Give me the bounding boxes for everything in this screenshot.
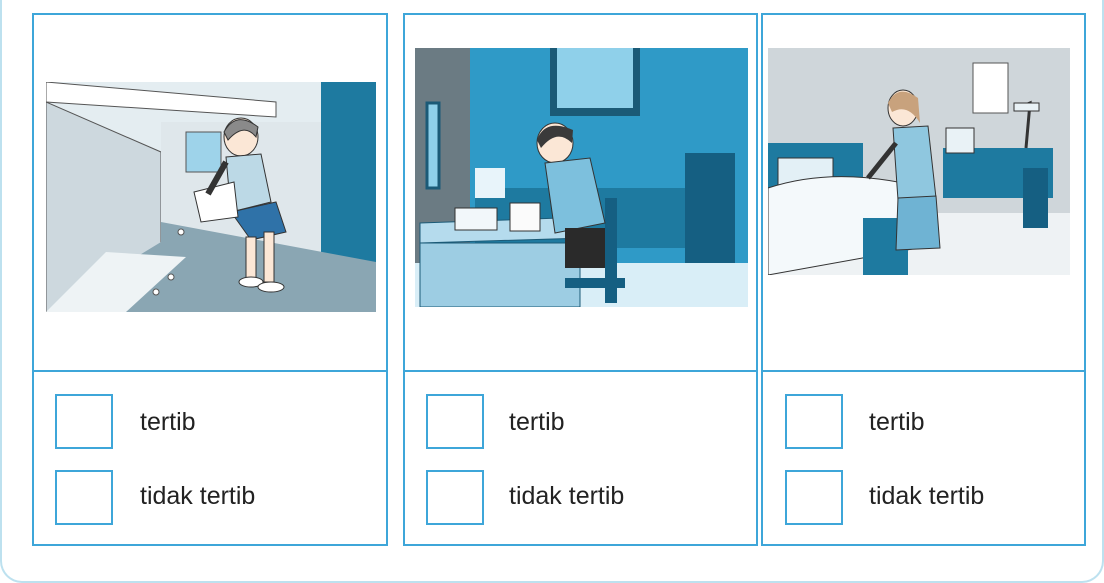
card-divider bbox=[763, 370, 1084, 372]
checkbox-tertib[interactable] bbox=[426, 394, 484, 449]
card-3: tertib tidak tertib bbox=[761, 13, 1086, 546]
illustration-reading bbox=[415, 48, 748, 307]
card-2: tertib tidak tertib bbox=[403, 13, 758, 546]
illustration-making-bed bbox=[768, 48, 1070, 275]
option-label: tidak tertib bbox=[509, 482, 625, 510]
option-label: tertib bbox=[509, 408, 565, 436]
card-divider bbox=[34, 370, 386, 372]
checkbox-tidak-tertib[interactable] bbox=[426, 470, 484, 525]
option-label: tertib bbox=[140, 408, 196, 436]
checkbox-tertib[interactable] bbox=[785, 394, 843, 449]
checkbox-tidak-tertib[interactable] bbox=[55, 470, 113, 525]
option-label: tidak tertib bbox=[140, 482, 256, 510]
illustration-littering bbox=[46, 82, 376, 312]
checkbox-tidak-tertib[interactable] bbox=[785, 470, 843, 525]
card-divider bbox=[405, 370, 756, 372]
checkbox-tertib[interactable] bbox=[55, 394, 113, 449]
option-label: tertib bbox=[869, 408, 925, 436]
option-label: tidak tertib bbox=[869, 482, 985, 510]
card-1: tertib tidak tertib bbox=[32, 13, 388, 546]
